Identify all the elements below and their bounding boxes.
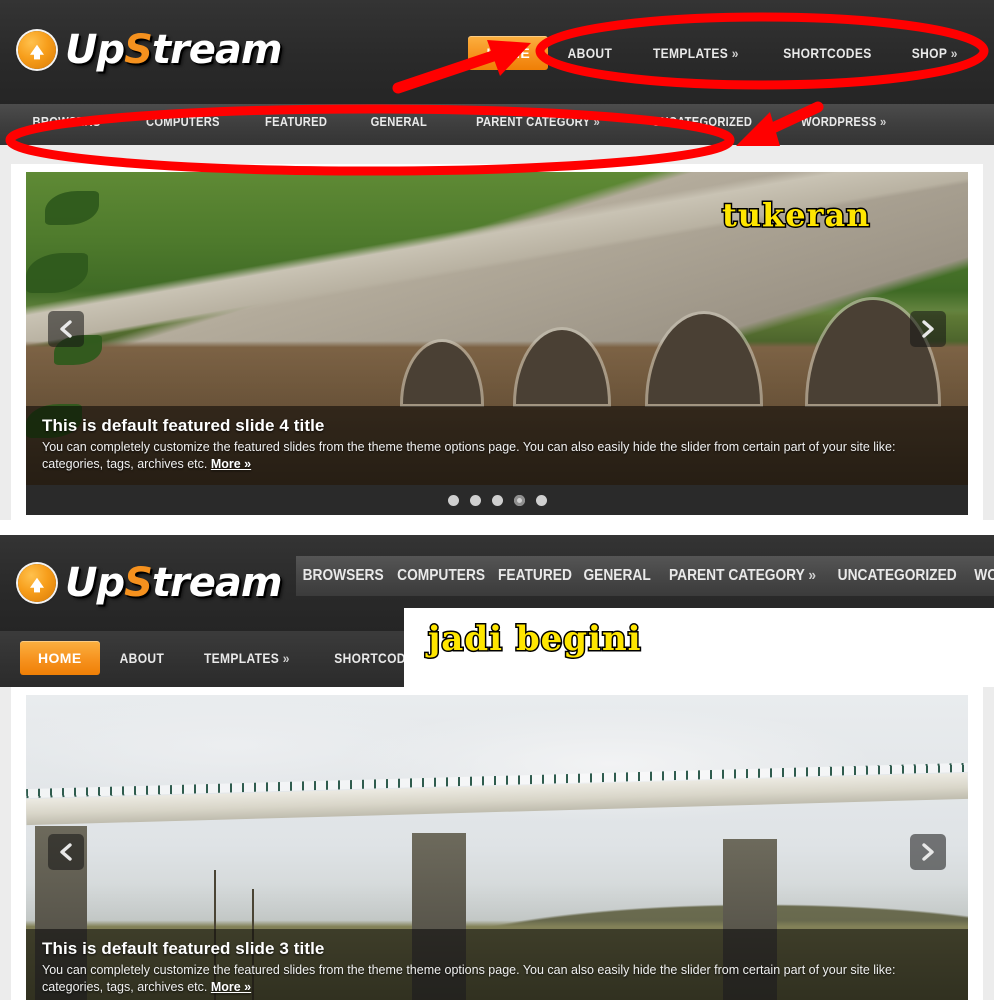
- cat-item-parent-category[interactable]: PARENT CATEGORY »: [461, 104, 614, 139]
- cat-item-computers[interactable]: COMPUTERS: [131, 104, 234, 139]
- slide-more-link[interactable]: More »: [211, 980, 251, 994]
- content-shell-bottom: This is default featured slide 3 title Y…: [11, 687, 983, 1000]
- chevron-left-icon: [60, 319, 72, 338]
- slider-dot[interactable]: [469, 494, 481, 506]
- chevron-right-icon: »: [807, 567, 816, 584]
- logo-text-part1: Up: [65, 27, 125, 73]
- nav-label: SHOP: [912, 45, 948, 61]
- cat-label: BROWSERS: [32, 114, 101, 129]
- slide-description: You can completely customize the feature…: [42, 962, 952, 996]
- logo-wordmark: UpStream: [65, 560, 283, 606]
- cat-label: UNCATEGORIZED: [651, 114, 752, 129]
- category-navigation[interactable]: BROWSERS COMPUTERS FEATURED GENERAL PARE…: [296, 567, 994, 585]
- chevron-right-icon: »: [593, 114, 600, 129]
- cat-label: GENERAL: [370, 114, 428, 129]
- nav-label: HOME: [38, 650, 82, 666]
- circle-up-arrow-icon: [18, 564, 56, 602]
- cat-label: PARENT CATEGORY: [475, 114, 590, 129]
- nav-label: ABOUT: [119, 650, 164, 666]
- slide-description-text: You can completely customize the feature…: [42, 963, 896, 994]
- nav-item-shortcodes[interactable]: SHORTCODES: [771, 36, 883, 70]
- nav-item-home[interactable]: HOME: [468, 36, 549, 70]
- cat-item-featured[interactable]: FEATURED: [250, 104, 341, 139]
- chevron-right-icon: »: [731, 45, 739, 61]
- cat-label: BROWSERS: [302, 567, 384, 584]
- site-logo[interactable]: UpStream: [18, 27, 283, 73]
- annotation-label-jadi-begini: jadi begini: [427, 618, 643, 661]
- cat-label: FEATURED: [498, 567, 573, 584]
- logo-text-part2: tream: [151, 560, 283, 606]
- category-navigation[interactable]: BROWSERS COMPUTERS FEATURED GENERAL PARE…: [0, 104, 994, 139]
- cat-label: WORDPRESS: [800, 114, 877, 129]
- slider-dot-active[interactable]: [513, 494, 525, 506]
- chevron-right-icon: »: [879, 114, 887, 129]
- slide-description-text: You can completely customize the feature…: [42, 440, 896, 471]
- cat-label: COMPUTERS: [397, 567, 486, 584]
- logo-text-highlight: S: [124, 560, 153, 606]
- cat-item-computers[interactable]: COMPUTERS: [397, 567, 485, 585]
- slide-description: You can completely customize the feature…: [42, 439, 952, 473]
- screenshot-root: UpStream HOME ABOUT TEMPLATES » SHORTCOD…: [0, 0, 994, 1000]
- site-logo[interactable]: UpStream: [18, 560, 283, 606]
- circle-up-arrow-icon: [18, 31, 56, 69]
- cat-item-parent-category[interactable]: PARENT CATEGORY »: [669, 567, 816, 585]
- nav-label: ABOUT: [567, 45, 613, 61]
- nav-item-home[interactable]: HOME: [20, 641, 100, 675]
- cat-item-general[interactable]: GENERAL: [356, 104, 442, 139]
- chevron-right-icon: »: [283, 650, 291, 666]
- slider-dot[interactable]: [491, 494, 503, 506]
- cat-item-wordpress[interactable]: WORDPRESS »: [974, 567, 994, 585]
- slider-dot[interactable]: [535, 494, 547, 506]
- cat-item-general[interactable]: GENERAL: [584, 567, 651, 585]
- nav-item-templates[interactable]: TEMPLATES »: [192, 641, 302, 675]
- nav-label: TEMPLATES: [652, 45, 728, 61]
- section-before: UpStream HOME ABOUT TEMPLATES » SHORTCOD…: [0, 0, 994, 520]
- slide-more-link[interactable]: More »: [211, 457, 251, 471]
- slider-prev-button[interactable]: [48, 833, 84, 870]
- slider-next-button[interactable]: [910, 310, 946, 347]
- nav-item-shop[interactable]: SHOP »: [900, 36, 970, 70]
- main-navigation[interactable]: HOME ABOUT TEMPLATES » SHORTCODES SHOP »: [468, 36, 976, 70]
- category-bar-top: BROWSERS COMPUTERS FEATURED GENERAL PARE…: [0, 104, 994, 145]
- slide-title: This is default featured slide 4 title: [42, 416, 325, 435]
- chevron-right-icon: [922, 842, 934, 861]
- section-after: UpStream BROWSERS COMPUTERS FEATURED GEN…: [0, 535, 994, 1000]
- cat-label: GENERAL: [583, 567, 652, 584]
- slide-title: This is default featured slide 3 title: [42, 939, 325, 958]
- cat-label: COMPUTERS: [145, 114, 220, 129]
- cat-item-uncategorized[interactable]: UNCATEGORIZED: [637, 104, 766, 139]
- cat-label: FEATURED: [264, 114, 327, 129]
- featured-slider-bottom: This is default featured slide 3 title Y…: [26, 695, 968, 1000]
- logo-text-part1: Up: [65, 560, 125, 606]
- chevron-left-icon: [60, 842, 72, 861]
- cat-label: UNCATEGORIZED: [837, 567, 957, 584]
- nav-item-about[interactable]: ABOUT: [556, 36, 625, 70]
- chevron-right-icon: »: [951, 45, 959, 61]
- cat-item-browsers[interactable]: BROWSERS: [18, 104, 115, 139]
- slider-pagination-top[interactable]: [26, 485, 968, 515]
- slide-caption-bottom: This is default featured slide 3 title Y…: [26, 929, 968, 1000]
- chevron-right-icon: [922, 319, 934, 338]
- cat-item-featured[interactable]: FEATURED: [498, 567, 572, 585]
- nav-item-templates[interactable]: TEMPLATES »: [641, 36, 751, 70]
- annotation-label-tukeran: tukeran: [720, 195, 871, 236]
- category-bar-bottom: BROWSERS COMPUTERS FEATURED GENERAL PARE…: [296, 556, 994, 596]
- logo-text-part2: tream: [151, 27, 283, 73]
- cat-item-uncategorized[interactable]: UNCATEGORIZED: [837, 567, 956, 585]
- cat-label: PARENT CATEGORY: [668, 567, 805, 584]
- slider-next-button[interactable]: [910, 833, 946, 870]
- logo-text-highlight: S: [124, 27, 153, 73]
- nav-label: SHORTCODES: [782, 45, 872, 61]
- nav-label: HOME: [486, 45, 531, 61]
- slider-prev-button[interactable]: [48, 310, 84, 347]
- cat-label: WORDPRESS: [974, 567, 994, 584]
- cat-item-wordpress[interactable]: WORDPRESS »: [786, 104, 901, 139]
- slider-dot[interactable]: [447, 494, 459, 506]
- nav-label: TEMPLATES: [204, 650, 280, 666]
- nav-item-about[interactable]: ABOUT: [107, 641, 176, 675]
- logo-wordmark: UpStream: [65, 27, 283, 73]
- cat-item-browsers[interactable]: BROWSERS: [303, 567, 384, 585]
- slide-caption-top: This is default featured slide 4 title Y…: [26, 406, 968, 485]
- header-bar-top: UpStream HOME ABOUT TEMPLATES » SHORTCOD…: [0, 0, 994, 104]
